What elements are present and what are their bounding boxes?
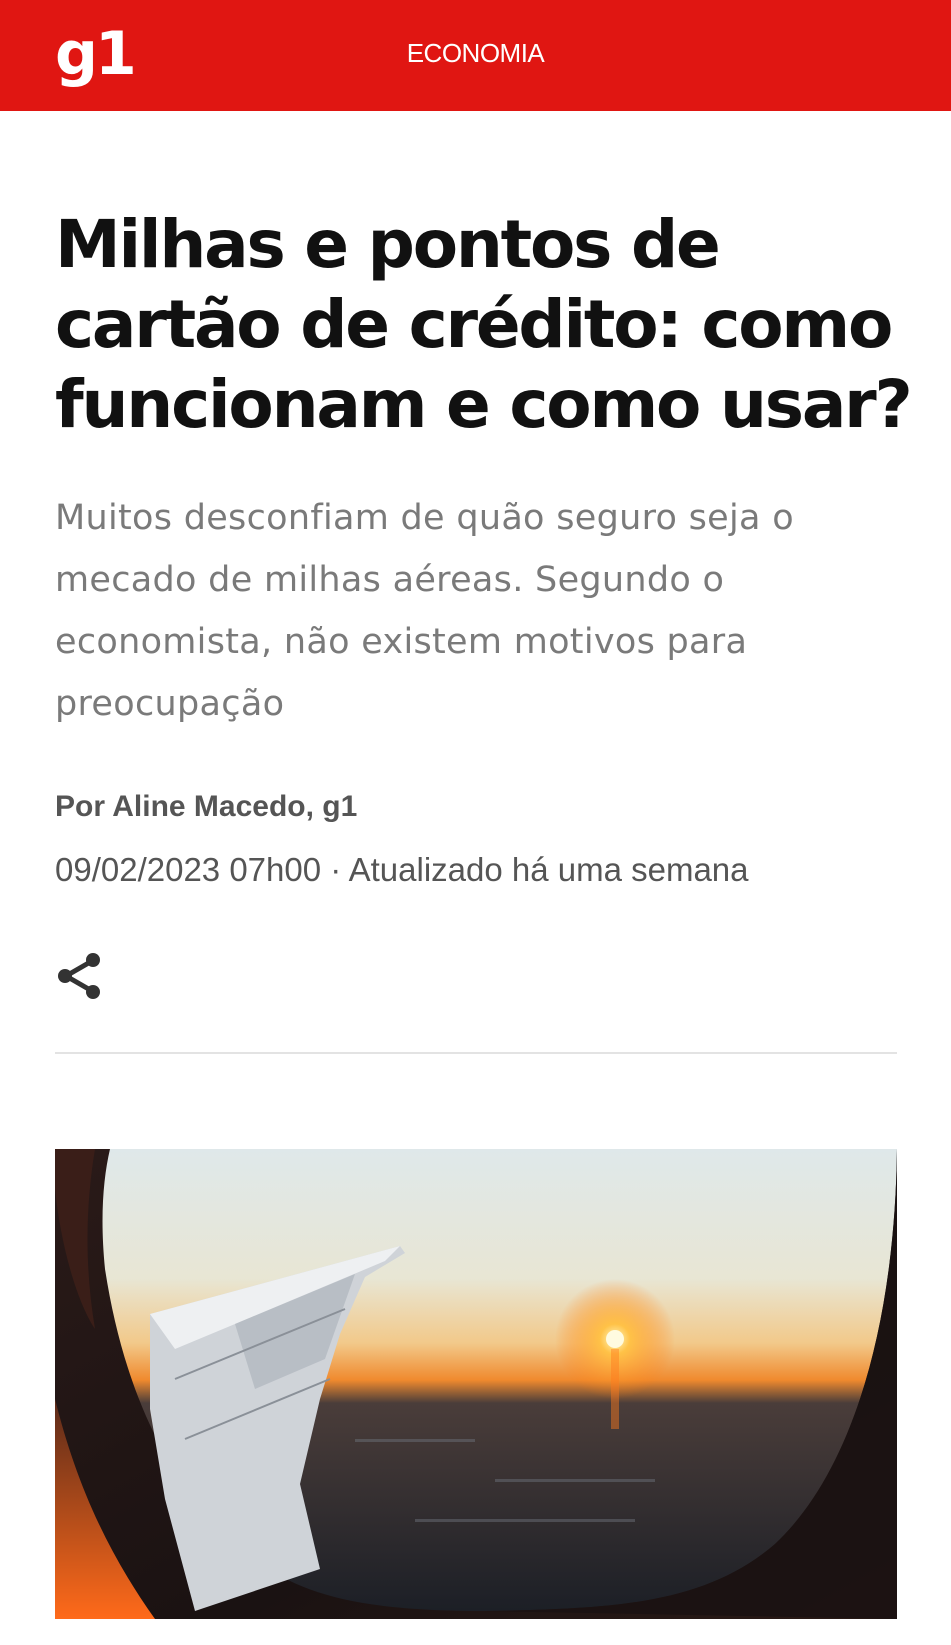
- article-author: Por Aline Macedo, g1: [55, 790, 358, 823]
- section-label[interactable]: ECONOMIA: [0, 36, 951, 70]
- share-icon[interactable]: [55, 950, 107, 1002]
- article-date: 09/02/2023 07h00 · Atualizado há uma sem…: [55, 851, 749, 888]
- article-subtitle: Muitos desconfiam de quão seguro seja o …: [55, 498, 794, 724]
- divider: [55, 1052, 897, 1054]
- top-bar: g1 ECONOMIA: [0, 0, 951, 111]
- article-photo: [55, 1149, 897, 1619]
- article-title: Milhas e pontos de cartão de crédito: co…: [55, 206, 913, 443]
